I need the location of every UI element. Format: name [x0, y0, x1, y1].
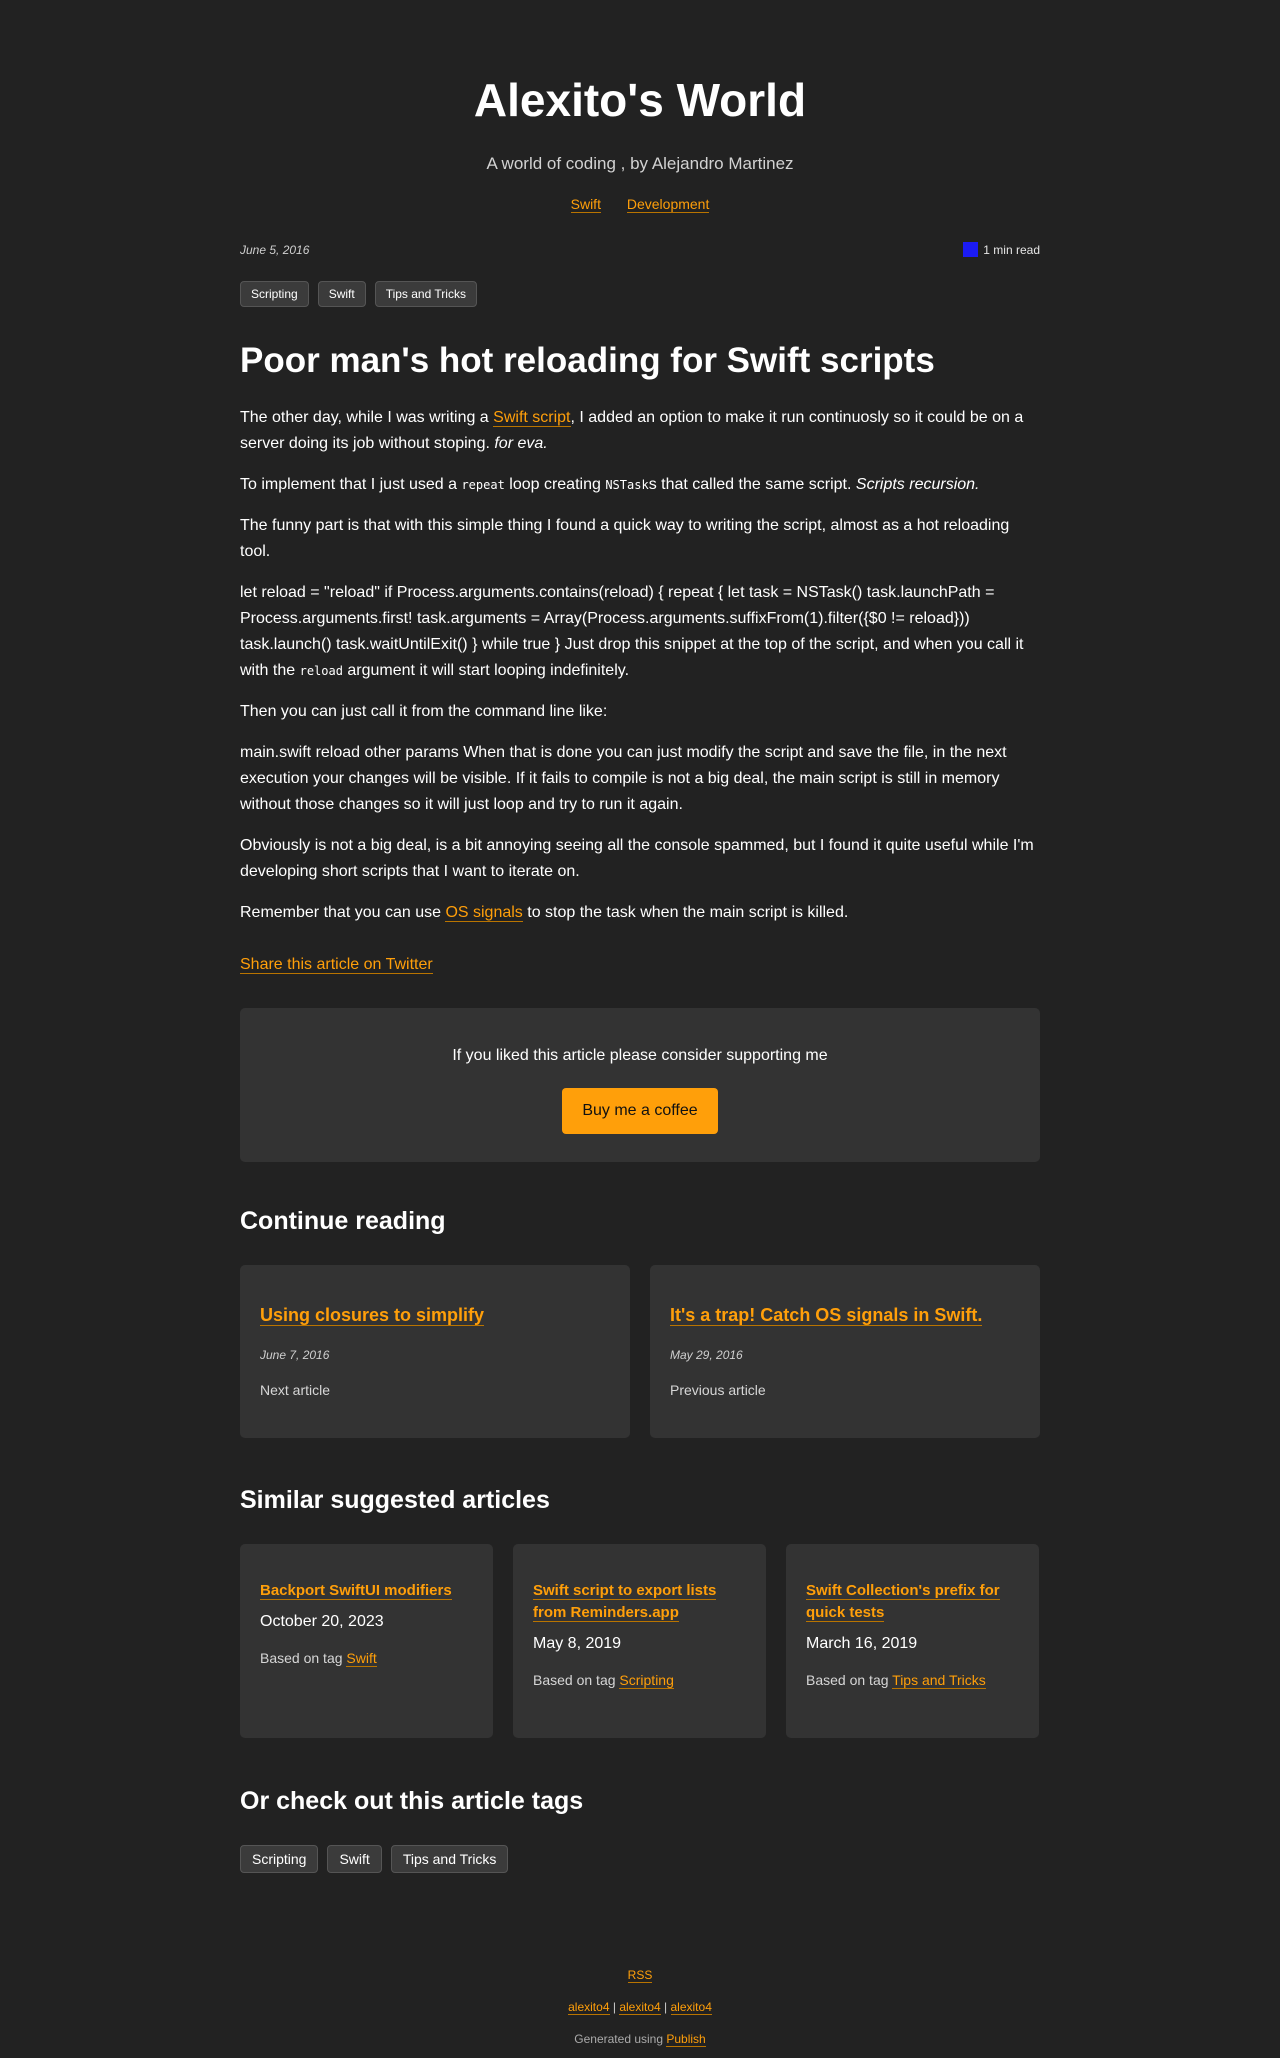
article-title: Poor man's hot reloading for Swift scrip…: [240, 341, 935, 380]
similar-article-link[interactable]: Swift script to export lists from Remind…: [533, 1582, 717, 1622]
post-tags: Scripting Swift Tips and Tricks: [240, 281, 1040, 307]
paragraph: Obviously is not a big deal, is a bit an…: [240, 837, 1034, 880]
similar-article-card: Swift script to export lists from Remind…: [513, 1544, 766, 1738]
paragraph: main.swift reload other params When that…: [240, 744, 1007, 813]
next-article-link[interactable]: Using closures to simplify: [260, 1305, 485, 1326]
read-time-label: 1 min read: [983, 242, 1040, 257]
inline-code: reload: [299, 664, 343, 678]
previous-article-card: It's a trap! Catch OS signals in Swift. …: [650, 1265, 1040, 1438]
next-article-card: Using closures to simplify June 7, 2016 …: [240, 1265, 630, 1438]
previous-article-date: May 29, 2016: [670, 1348, 743, 1362]
similar-article-tag-link[interactable]: Tips and Tricks: [892, 1672, 986, 1689]
similar-article-tag-note: Based on tag Tips and Tricks: [806, 1672, 986, 1689]
tag-tips-and-tricks[interactable]: Tips and Tricks: [374, 281, 477, 307]
similar-article-tag-link[interactable]: Scripting: [619, 1672, 674, 1689]
paragraph: let reload = "reload" if Process.argumen…: [240, 584, 1024, 679]
read-time: 1 min read: [963, 242, 1040, 257]
previous-article-link[interactable]: It's a trap! Catch OS signals in Swift.: [670, 1305, 983, 1326]
social-link[interactable]: alexito4: [670, 2000, 712, 2015]
tag-tips-and-tricks[interactable]: Tips and Tricks: [390, 1845, 509, 1873]
site-footer: RSS alexito4 | alexito4 | alexito4 Gener…: [240, 1968, 1040, 2047]
similar-article-date: March 16, 2019: [806, 1635, 918, 1652]
read-time-icon: [963, 242, 979, 257]
inline-code: NSTask: [605, 478, 649, 492]
similar-article-date: October 20, 2023: [260, 1613, 384, 1630]
continue-reading-cards: Using closures to simplify June 7, 2016 …: [240, 1265, 1040, 1438]
post-date: June 5, 2016: [240, 242, 310, 257]
article-body: The other day, while I was writing a Swi…: [240, 405, 1040, 926]
post-meta: June 5, 2016 1 min read: [240, 242, 1040, 257]
paragraph: The other day, while I was writing a Swi…: [240, 409, 1024, 452]
site-subtitle: A world of coding , by Alejandro Martine…: [486, 154, 794, 173]
site-header: Alexito's World A world of coding , by A…: [240, 0, 1040, 213]
social-links: alexito4 | alexito4 | alexito4: [240, 2000, 1040, 2015]
swift-script-link[interactable]: Swift script: [493, 409, 571, 427]
tag-scripting[interactable]: Scripting: [240, 1845, 319, 1873]
tag-swift[interactable]: Swift: [327, 1845, 382, 1873]
similar-article-link[interactable]: Backport SwiftUI modifiers: [260, 1582, 452, 1600]
similar-articles-cards: Backport SwiftUI modifiers October 20, 2…: [240, 1544, 1040, 1738]
support-box: If you liked this article please conside…: [240, 1008, 1040, 1162]
similar-article-link[interactable]: Swift Collection's prefix for quick test…: [806, 1582, 1000, 1622]
similar-article-tag-link[interactable]: Swift: [346, 1650, 377, 1667]
similar-article-card: Swift Collection's prefix for quick test…: [786, 1544, 1039, 1738]
rss-link[interactable]: RSS: [627, 1968, 653, 1983]
buy-coffee-button[interactable]: Buy me a coffee: [562, 1088, 718, 1134]
page: Alexito's World A world of coding , by A…: [240, 0, 1040, 2047]
nav-link-swift[interactable]: Swift: [570, 196, 601, 213]
support-text: If you liked this article please conside…: [452, 1047, 828, 1064]
share-section: Share this article on Twitter: [240, 956, 1040, 974]
paragraph: The funny part is that with this simple …: [240, 517, 1010, 560]
social-link[interactable]: alexito4: [619, 2000, 661, 2015]
tag-swift[interactable]: Swift: [317, 281, 366, 307]
article-tags-list: Scripting Swift Tips and Tricks: [240, 1845, 1040, 1873]
similar-articles-title: Similar suggested articles: [240, 1486, 550, 1514]
similar-article-card: Backport SwiftUI modifiers October 20, 2…: [240, 1544, 493, 1738]
site-nav: Swift Development: [240, 196, 1040, 213]
similar-article-date: May 8, 2019: [533, 1635, 622, 1652]
inline-code: repeat: [461, 478, 505, 492]
previous-article-label: Previous article: [670, 1382, 766, 1398]
separator: |: [612, 2000, 616, 2014]
next-article-label: Next article: [260, 1382, 331, 1398]
separator: |: [664, 2000, 668, 2014]
site-title[interactable]: Alexito's World: [240, 72, 1040, 128]
continue-reading-title: Continue reading: [240, 1207, 446, 1235]
similar-article-tag-note: Based on tag Scripting: [533, 1672, 674, 1689]
social-link[interactable]: alexito4: [568, 2000, 610, 2015]
article-tags-title: Or check out this article tags: [240, 1787, 584, 1815]
similar-article-tag-note: Based on tag Swift: [260, 1650, 377, 1667]
publish-link[interactable]: Publish: [666, 2032, 706, 2047]
paragraph: Remember that you can use OS signals to …: [240, 904, 849, 922]
paragraph: To implement that I just used a repeat l…: [240, 476, 980, 493]
os-signals-link[interactable]: OS signals: [445, 904, 523, 922]
share-twitter-link[interactable]: Share this article on Twitter: [240, 956, 433, 974]
nav-link-development[interactable]: Development: [626, 196, 710, 213]
paragraph: Then you can just call it from the comma…: [240, 703, 608, 720]
generated-note: Generated using Publish: [574, 2032, 706, 2047]
next-article-date: June 7, 2016: [260, 1348, 330, 1362]
tag-scripting[interactable]: Scripting: [240, 281, 309, 307]
